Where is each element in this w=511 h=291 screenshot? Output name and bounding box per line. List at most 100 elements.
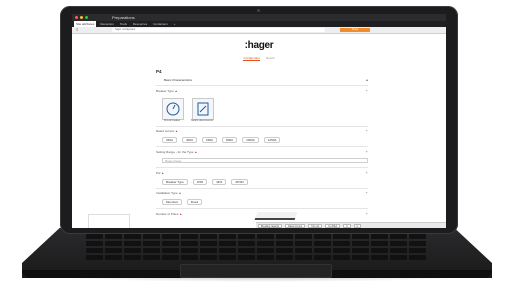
page-tabs: Configurator Result (72, 56, 446, 61)
window-titlebar: Preparations (72, 14, 446, 21)
screen: Preparations Site attributes Reception T… (72, 14, 446, 228)
status-item: Breaking capacity (258, 223, 283, 228)
rated-current-option[interactable]: 800A (222, 137, 238, 143)
add-icon[interactable]: + (366, 88, 368, 93)
poles-options: Breaker Type 3/3N 4P/4 4P/4N (162, 179, 248, 185)
keyboard-key (200, 234, 217, 239)
keyboard-key (181, 234, 198, 239)
keyboard-key (238, 248, 255, 253)
collapse-icon[interactable]: ▴ (366, 77, 368, 82)
status-item: Icu 50kA (325, 223, 341, 228)
keyboard-key (409, 248, 426, 253)
keyboard-key (371, 248, 388, 253)
url-field[interactable]: hager configurator (112, 28, 325, 32)
window-title: Preparations (112, 15, 135, 20)
pole-option[interactable]: 4P/4 (212, 179, 227, 185)
keyboard-key (352, 255, 369, 260)
installation-type-row: Installation Type ▲ + (156, 190, 368, 195)
status-bar: Breaking capacity Rated current Trip uni… (256, 222, 446, 228)
keyboard-key (124, 255, 141, 260)
keyboard-key (200, 248, 217, 253)
add-icon[interactable]: + (366, 190, 368, 195)
keyboard-key (143, 248, 160, 253)
keyboard-key (257, 234, 274, 239)
divider (156, 208, 368, 209)
keyboard-key (295, 234, 312, 239)
required-icon: ▲ (178, 191, 182, 195)
keyboard-key (257, 248, 274, 253)
keyboard-key (162, 234, 179, 239)
webcam-icon (257, 9, 260, 12)
keyboard-key (105, 234, 122, 239)
breaker-option-switch[interactable] (192, 98, 214, 120)
rated-current-option[interactable]: 400A (182, 137, 198, 143)
tab-configurator[interactable]: Configurator (243, 56, 260, 61)
menu-icon[interactable]: ≡ (76, 28, 78, 32)
keyboard-key (219, 234, 236, 239)
setting-range-label: Setting Range - for the Type (156, 150, 194, 154)
keyboard-key (352, 248, 369, 253)
keyboard-key (409, 241, 426, 246)
keyboard-key (295, 255, 312, 260)
minimize-icon[interactable] (80, 16, 83, 19)
close-icon[interactable] (75, 16, 78, 19)
rated-current-option[interactable]: 1000A (242, 137, 259, 143)
keyboard-key (257, 255, 274, 260)
rated-current-option[interactable]: 630A (202, 137, 218, 143)
add-icon[interactable]: + (366, 170, 368, 175)
divider (156, 85, 368, 86)
keyboard-key (352, 241, 369, 246)
breaker-icon (166, 102, 180, 116)
installation-type-label: Installation Type (156, 191, 178, 195)
basic-characteristics-row[interactable]: Basic Characteristics ▴ (156, 77, 368, 82)
installation-option[interactable]: Mounted (162, 199, 182, 205)
required-icon: ▲ (175, 129, 179, 133)
keyboard-key (181, 248, 198, 253)
keyboard-key (86, 255, 103, 260)
keyboard-key (257, 241, 274, 246)
keyboard-key (276, 255, 293, 260)
rated-current-option[interactable]: 250A (162, 137, 178, 143)
keyboard-key (86, 234, 103, 239)
required-icon: ▲ (161, 171, 165, 175)
keyboard-key (295, 241, 312, 246)
add-icon[interactable]: + (366, 211, 368, 216)
pole-option[interactable]: 4P/4N (231, 179, 248, 185)
keyboard-key (219, 248, 236, 253)
address-bar: ≡ hager configurator Share (72, 27, 446, 34)
status-item: 0 (353, 223, 361, 228)
add-icon[interactable]: + (366, 149, 368, 154)
divider (156, 188, 368, 189)
keyboard-key (390, 241, 407, 246)
required-icon: ▲ (179, 212, 183, 216)
keyboard-key (333, 255, 350, 260)
breaker-type-label: Breaker Type (156, 89, 174, 93)
keyboard-key (390, 248, 407, 253)
keyboard-key (143, 255, 160, 260)
keyboard-key (105, 248, 122, 253)
maximize-icon[interactable] (85, 16, 88, 19)
keyboard-key (390, 255, 407, 260)
keyboard-key (200, 255, 217, 260)
keyboard-key (105, 255, 122, 260)
breaker-option-label: Switch-disconnector (190, 119, 214, 122)
keyboard-key (143, 234, 160, 239)
breaker-option-circuit-breaker[interactable] (162, 98, 184, 120)
keyboard-key (333, 234, 350, 239)
required-icon: ▲ (194, 150, 198, 154)
add-icon[interactable]: + (366, 128, 368, 133)
setting-range-input[interactable]: Please choose (162, 158, 368, 163)
rated-current-label: Rated current (156, 129, 175, 133)
tab-result[interactable]: Result (266, 56, 275, 61)
number-of-poles-label: Number of Poles (156, 212, 179, 216)
pole-option[interactable]: 3/3N (192, 179, 208, 185)
keyboard-key (238, 234, 255, 239)
configurator-panel: P4 Basic Characteristics ▴ Breaker Type … (156, 66, 368, 228)
installation-option[interactable]: Fixed (186, 199, 203, 205)
keyboard-key (124, 248, 141, 253)
pole-option[interactable]: Breaker Type (162, 179, 188, 185)
keyboard-key (181, 241, 198, 246)
share-button[interactable]: Share (340, 28, 370, 32)
rated-current-option[interactable]: 1250A (263, 137, 281, 143)
keyboard-key (162, 248, 179, 253)
